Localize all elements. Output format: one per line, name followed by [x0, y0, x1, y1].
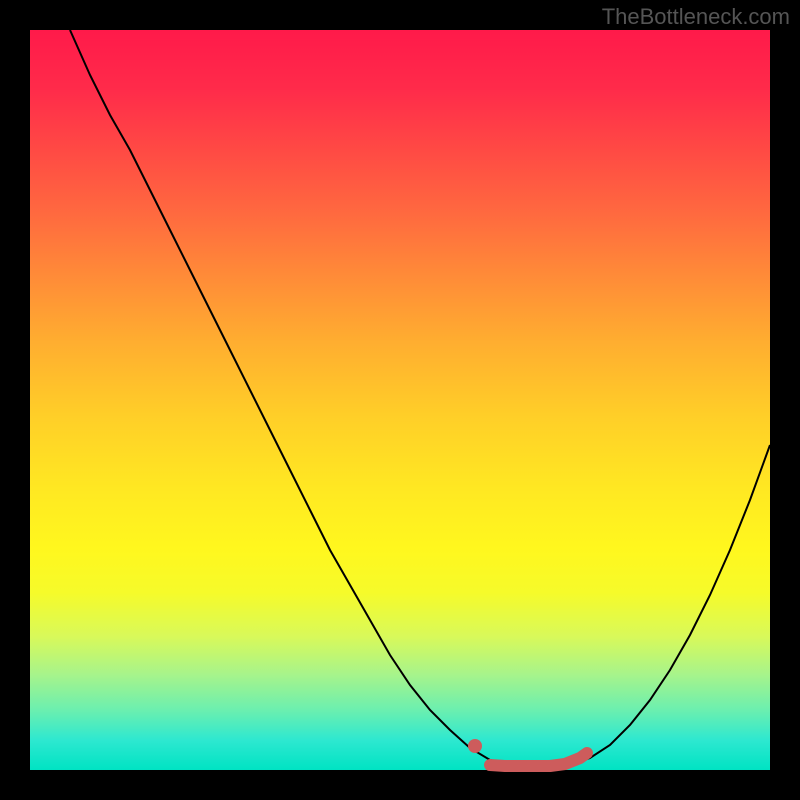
highlight-dot — [468, 739, 482, 753]
highlight-segment — [490, 753, 587, 766]
watermark-text: TheBottleneck.com — [602, 4, 790, 30]
chart-svg — [30, 30, 770, 770]
bottleneck-curve — [70, 30, 770, 767]
chart-plot-area — [30, 30, 770, 770]
